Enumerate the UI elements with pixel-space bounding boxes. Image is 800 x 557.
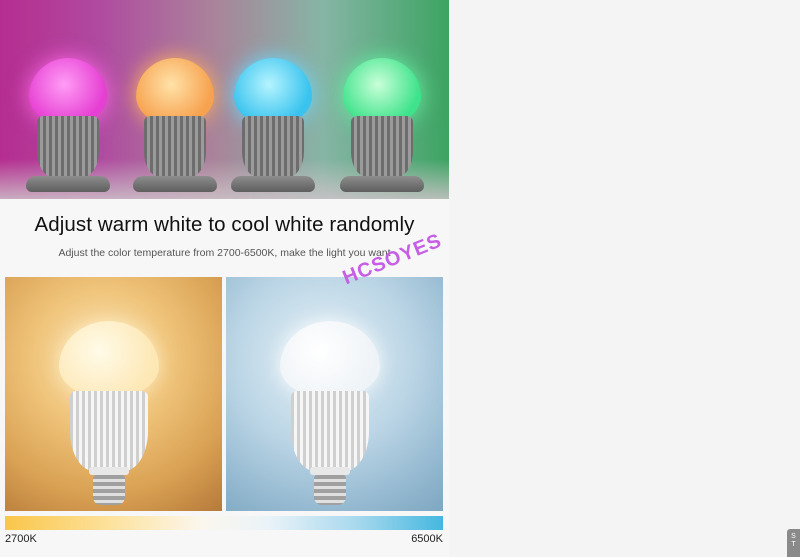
rgb-bulbs-hero-image: [0, 0, 449, 199]
green-bulb: [340, 58, 424, 196]
cool-white-bulb-photo: [226, 277, 443, 511]
feature-headline: Adjust warm white to cool white randomly: [34, 213, 415, 236]
orange-bulb: [133, 58, 217, 196]
temperature-min-label: 2700K: [5, 533, 37, 545]
color-temperature-gradient-bar: [5, 516, 443, 530]
product-image-panel: Adjust warm white to cool white randomly…: [0, 0, 449, 557]
temperature-max-label: 6500K: [411, 533, 443, 545]
warm-bulb: [59, 321, 159, 511]
warm-white-bulb-photo: [5, 277, 222, 511]
magenta-bulb: [26, 58, 110, 196]
cyan-bulb: [231, 58, 315, 196]
side-feedback-tab[interactable]: S T: [787, 529, 800, 557]
cool-bulb: [280, 321, 380, 511]
